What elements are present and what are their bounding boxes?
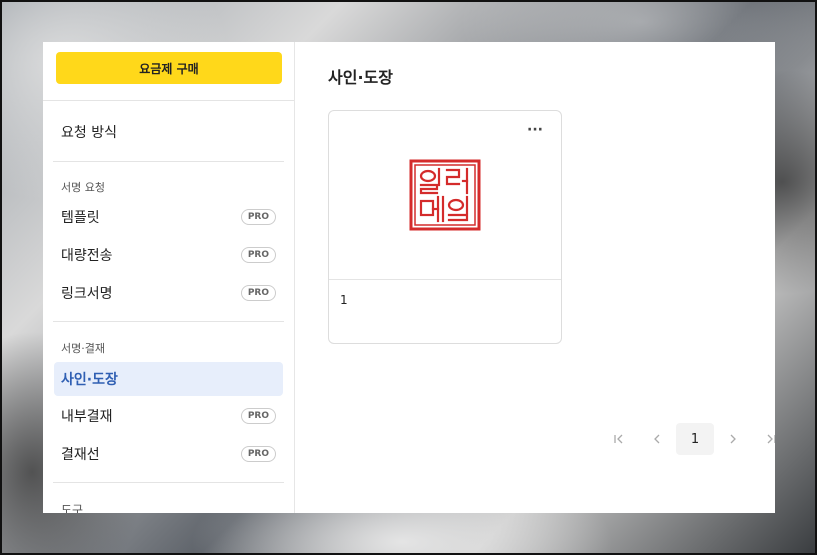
sidebar-item-internal-approval[interactable]: 내부결재 PRO: [54, 399, 283, 433]
sidebar-item-link-sign[interactable]: 링크서명 PRO: [54, 276, 283, 310]
stamp-image: [409, 159, 481, 231]
pro-badge: PRO: [240, 209, 276, 225]
next-page-icon[interactable]: [714, 423, 752, 455]
section-title-tools: 도구: [61, 503, 84, 513]
pro-badge: PRO: [240, 446, 276, 462]
sidebar-item-template[interactable]: 템플릿 PRO: [54, 200, 283, 234]
divider: [53, 161, 284, 162]
pro-badge: PRO: [240, 247, 276, 263]
pagination: 1: [600, 423, 775, 455]
sidebar-item-approval-line[interactable]: 결재선 PRO: [54, 437, 283, 471]
pro-badge: PRO: [240, 285, 276, 301]
section-title-sign-request: 서명 요청: [61, 181, 105, 194]
sidebar-item-label: 결재선: [61, 447, 100, 463]
last-page-icon[interactable]: [752, 423, 775, 455]
sidebar-item-label: 사인·도장: [61, 372, 118, 388]
app-window: 요금제 구매 요청 방식 서명 요청 템플릿 PRO 대량전송 PRO 링크서명…: [43, 42, 775, 513]
divider: [53, 482, 284, 483]
main-content: 사인·도장 ··· 1 1: [295, 42, 775, 513]
sidebar-item-label: 내부결재: [61, 409, 113, 425]
sidebar-item-request-method[interactable]: 요청 방식: [61, 122, 117, 142]
stamp-name: 1: [340, 293, 348, 307]
first-page-icon[interactable]: [600, 423, 638, 455]
section-title-sign-approval: 서명·결재: [61, 342, 105, 355]
buy-plan-button[interactable]: 요금제 구매: [56, 52, 282, 84]
stamp-card[interactable]: ··· 1: [328, 110, 562, 344]
sidebar-item-label: 링크서명: [61, 286, 113, 302]
sidebar: 요금제 구매 요청 방식 서명 요청 템플릿 PRO 대량전송 PRO 링크서명…: [43, 42, 295, 513]
prev-page-icon[interactable]: [638, 423, 676, 455]
sidebar-item-sign-stamp[interactable]: 사인·도장: [54, 362, 283, 396]
sidebar-item-bulk-send[interactable]: 대량전송 PRO: [54, 238, 283, 272]
sidebar-item-label: 템플릿: [61, 210, 100, 226]
divider: [53, 321, 284, 322]
page-number-current[interactable]: 1: [676, 423, 714, 455]
divider: [43, 100, 294, 101]
more-options-icon[interactable]: ···: [527, 123, 543, 137]
sidebar-item-label: 대량전송: [61, 248, 113, 264]
pro-badge: PRO: [240, 408, 276, 424]
page-title: 사인·도장: [328, 68, 393, 87]
